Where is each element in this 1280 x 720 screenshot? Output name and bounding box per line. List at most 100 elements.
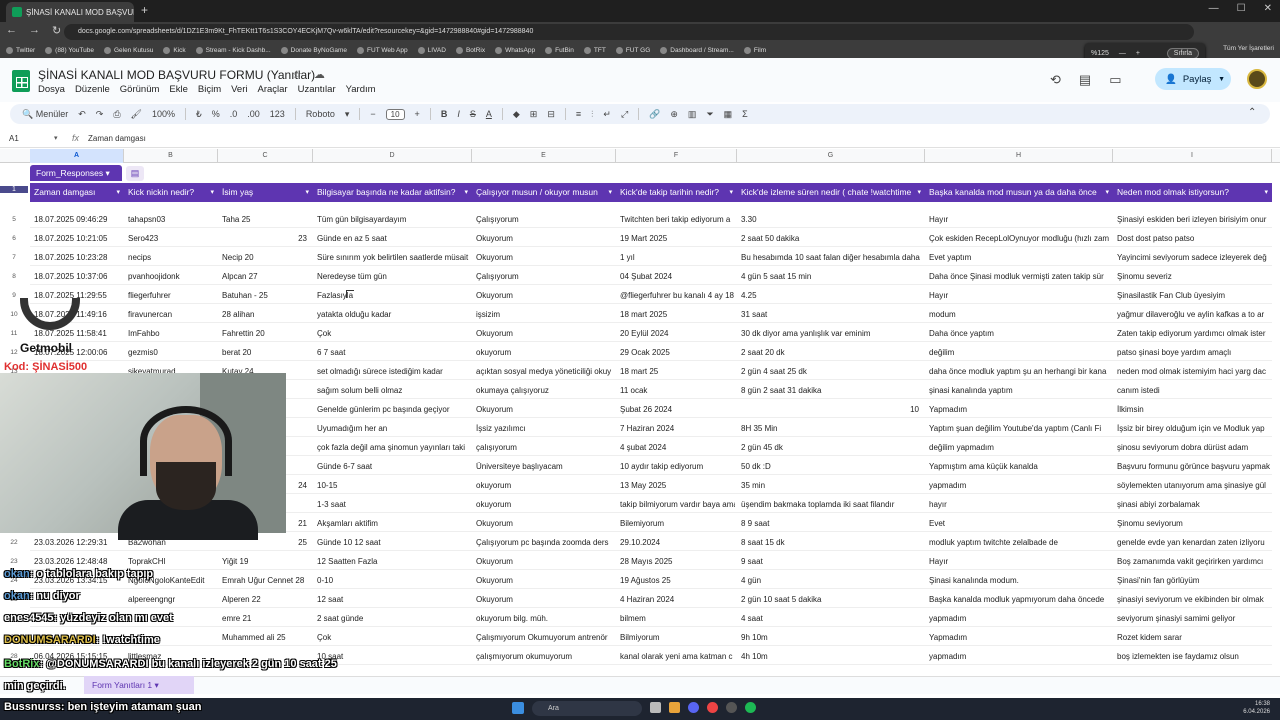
table-cell[interactable]: 4.25: [741, 291, 923, 300]
table-cell[interactable]: Şinomu seviyorum: [1117, 519, 1270, 528]
table-cell[interactable]: yapmadım: [929, 481, 1111, 490]
table-cell[interactable]: söylemekten utanıyorum ama şinasiye gül: [1117, 481, 1270, 490]
table-cell[interactable]: 28 Mayıs 2025: [620, 557, 735, 566]
table-cell[interactable]: set olmadığı sürece istediğim kadar: [317, 367, 470, 376]
table-cell[interactable]: Yapmıştım ama küçük kanalda: [929, 462, 1111, 471]
undo-icon[interactable]: ↶: [78, 109, 86, 120]
table-cell[interactable]: 1-3 saat: [317, 500, 470, 509]
table-cell[interactable]: Günde en az 5 saat: [317, 234, 470, 243]
table-cell[interactable]: Şubat 26 2024: [620, 405, 735, 414]
table-cell[interactable]: şinasi kanalında yaptım: [929, 386, 1111, 395]
column-header[interactable]: Bilgisayar başında ne kadar aktifsin? ▾: [313, 183, 472, 202]
table-cell[interactable]: 04 Şubat 2024: [620, 272, 735, 281]
maximize-icon[interactable]: ☐: [1237, 3, 1246, 14]
table-cell[interactable]: Batuhan - 25: [222, 291, 311, 300]
zoom-reset-button[interactable]: Sıfırla: [1166, 47, 1199, 59]
sheet-tab[interactable]: Form Yanıtları 1 ▾: [84, 676, 194, 694]
row-number[interactable]: 8: [0, 273, 28, 280]
bookmark-item[interactable]: FUT GG: [615, 46, 650, 54]
insert-link-icon[interactable]: 🔗: [649, 109, 660, 120]
table-cell[interactable]: Okuyorum: [476, 291, 614, 300]
table-cell[interactable]: 19 Mart 2025: [620, 234, 735, 243]
bookmark-item[interactable]: Stream - Kick Dashb...: [195, 46, 271, 54]
table-cell[interactable]: sağım solum belli olmaz: [317, 386, 470, 395]
table-cell-number[interactable]: 23: [218, 234, 307, 243]
table-cell[interactable]: Çalışıyorum pc başında zoomda ders: [476, 538, 614, 547]
table-cell[interactable]: daha önce modluk yaptım şu an herhangi b…: [929, 367, 1111, 376]
table-cell[interactable]: patso şinasi boye yardım amaçlı: [1117, 348, 1270, 357]
table-cell[interactable]: 19 Ağustos 25: [620, 576, 735, 585]
font-size-decrease[interactable]: −: [370, 109, 375, 119]
table-cell[interactable]: 4 şubat 2024: [620, 443, 735, 452]
obs-icon[interactable]: [726, 702, 737, 713]
bookmark-item[interactable]: Twitter: [6, 46, 35, 54]
table-cell[interactable]: Rozet kidem sarar: [1117, 633, 1270, 642]
bookmark-item[interactable]: FUT Web App: [357, 46, 408, 54]
table-cell[interactable]: 18.07.2025 10:21:05: [34, 234, 122, 243]
table-cell[interactable]: 29 Ocak 2025: [620, 348, 735, 357]
table-cell[interactable]: 23.03.2026 12:48:48: [34, 557, 122, 566]
table-cell[interactable]: İlkimsin: [1117, 405, 1270, 414]
table-cell[interactable]: 8 9 saat: [741, 519, 923, 528]
table-cell[interactable]: 30 dk diyor ama yanlışlık var eminim: [741, 329, 923, 338]
column-letter-i[interactable]: I: [1113, 149, 1272, 163]
table-cell[interactable]: 0-10: [317, 576, 470, 585]
table-cell[interactable]: 8 gün 2 saat 31 dakika: [741, 386, 923, 395]
column-letter-h[interactable]: H: [925, 149, 1113, 163]
table-cell[interactable]: berat 20: [222, 348, 311, 357]
table-cell[interactable]: Okuyorum: [476, 253, 614, 262]
table-cell[interactable]: 4h 10m: [741, 652, 923, 661]
column-header[interactable]: İsim yaş ▾: [218, 183, 313, 202]
table-cell[interactable]: yatakta olduğu kadar: [317, 310, 470, 319]
table-cell[interactable]: boş izlemekten ise faydamız olsun: [1117, 652, 1270, 661]
paint-format-icon[interactable]: 🖌: [131, 109, 142, 120]
table-cell[interactable]: Şinomu severiz: [1117, 272, 1270, 281]
table-cell[interactable]: 18.07.2025 09:46:29: [34, 215, 122, 224]
table-cell[interactable]: okuyorum: [476, 500, 614, 509]
table-cell[interactable]: genelde evde yan kenardan zaten izliyoru: [1117, 538, 1270, 547]
table-cell[interactable]: pvanhoojidonk: [128, 272, 216, 281]
table-cell[interactable]: Şinasi'nin fan görlüyüm: [1117, 576, 1270, 585]
table-cell[interactable]: Necip 20: [222, 253, 311, 262]
currency-format-button[interactable]: ₺: [196, 109, 202, 120]
table-cell[interactable]: Okuyorum: [476, 557, 614, 566]
column-letter-g[interactable]: G: [737, 149, 925, 163]
forward-icon[interactable]: →: [29, 24, 40, 37]
formula-input[interactable]: Zaman damgası: [88, 134, 146, 143]
column-letter-c[interactable]: C: [218, 149, 313, 163]
column-dropdown-icon[interactable]: ▾: [1264, 183, 1268, 202]
table-cell[interactable]: Çok: [317, 633, 470, 642]
document-title[interactable]: ŞİNASİ KANALI MOD BAŞVURU FORMU (Yanıtla…: [38, 68, 315, 82]
table-cell[interactable]: Dost dost patso patso: [1117, 234, 1270, 243]
text-rotation-icon[interactable]: ⤢: [621, 109, 628, 120]
table-cell[interactable]: Üniversiteye başlıyacam: [476, 462, 614, 471]
table-cell[interactable]: Evet: [929, 519, 1111, 528]
table-cell[interactable]: emre 21: [222, 614, 311, 623]
menu-item[interactable]: Düzenle: [75, 84, 110, 95]
bookmark-item[interactable]: (88) YouTube: [45, 46, 94, 54]
table-cell[interactable]: çalışmıyorum okumuyorum: [476, 652, 614, 661]
menu-item[interactable]: Araçlar: [258, 84, 288, 95]
bookmark-item[interactable]: Kick: [163, 46, 186, 54]
zoom-out-icon[interactable]: —: [1119, 50, 1126, 57]
column-dropdown-icon[interactable]: ▾: [305, 183, 309, 202]
column-letter-b[interactable]: B: [124, 149, 218, 163]
close-window-icon[interactable]: ✕: [1264, 3, 1272, 14]
table-cell[interactable]: Çalışıyorum: [476, 272, 614, 281]
column-letter-a[interactable]: A: [30, 149, 124, 163]
borders-icon[interactable]: ⊞: [530, 109, 538, 120]
menu-item[interactable]: Veri: [231, 84, 247, 95]
row-number[interactable]: 11: [0, 330, 28, 337]
table-cell[interactable]: 7 Haziran 2024: [620, 424, 735, 433]
windows-start-icon[interactable]: [512, 702, 524, 714]
insert-comment-icon[interactable]: ⊕: [670, 109, 678, 120]
table-cell[interactable]: Fazlasıyla: [317, 291, 470, 300]
share-button[interactable]: 👤 Paylaş ▼: [1155, 68, 1231, 90]
table-cell[interactable]: 23.03.2026 12:29:31: [34, 538, 122, 547]
filter-icon[interactable]: ⏷: [706, 109, 713, 120]
column-dropdown-icon[interactable]: ▾: [210, 183, 214, 202]
row-number[interactable]: 7: [0, 254, 28, 261]
table-cell[interactable]: 4 saat: [741, 614, 923, 623]
table-cell[interactable]: Çalışıyorum: [476, 215, 614, 224]
table-cell[interactable]: işsizim: [476, 310, 614, 319]
